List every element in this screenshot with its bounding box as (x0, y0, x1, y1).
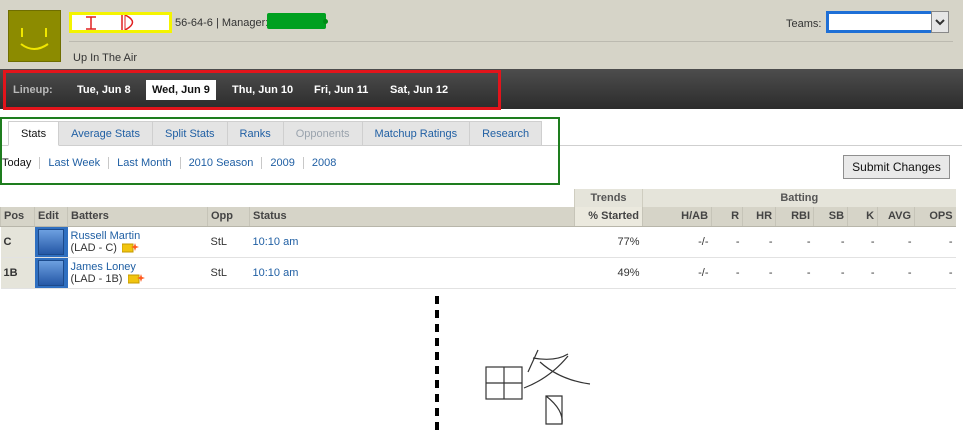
hand-drawn-annotation (435, 296, 591, 432)
row-avg: - (877, 257, 915, 289)
table-group-header: Trends Batting (0, 189, 956, 207)
row-pos: 1B (0, 257, 35, 289)
row-hab: -/- (642, 257, 712, 289)
row-status[interactable]: 10:10 am (253, 267, 299, 279)
lineup-day-sat-jun-12[interactable]: Sat, Jun 12 (384, 80, 454, 100)
row-hr: - (742, 226, 776, 258)
col-sb[interactable]: SB (813, 207, 848, 227)
row-r: - (711, 226, 743, 258)
row-k: - (847, 257, 878, 289)
col-status: Status (248, 207, 575, 227)
col-batters[interactable]: Batters (67, 207, 208, 227)
row-rbi: - (775, 226, 814, 258)
col-pos: Pos (0, 207, 35, 227)
row-pos: C (0, 226, 35, 258)
note-icon[interactable] (122, 242, 140, 253)
col-r[interactable]: R (711, 207, 743, 227)
player-team-pos: (LAD - C) (70, 241, 117, 254)
row-hab: -/- (642, 226, 712, 258)
table-row: C Russell Martin (LAD - C) StL 10:10 am … (0, 226, 956, 258)
row-pct-started: 49% (574, 257, 643, 289)
col-hr[interactable]: HR (742, 207, 776, 227)
handwritten-glyph (485, 349, 591, 425)
row-status[interactable]: 10:10 am (253, 236, 299, 248)
group-batting: Batting (642, 189, 956, 207)
tabs-highlight-box (0, 117, 560, 185)
row-sb: - (813, 226, 848, 258)
player-team-pos: (LAD - 1B) (70, 272, 123, 285)
table-row: 1B James Loney (LAD - 1B) StL 10:10 am 4… (0, 257, 956, 289)
lineup-day-wed-jun-9[interactable]: Wed, Jun 9 (146, 80, 216, 100)
teams-select[interactable] (826, 11, 948, 33)
team-avatar (8, 10, 61, 62)
row-opp: StL (207, 257, 250, 289)
col-pct-started[interactable]: % Started (574, 207, 643, 227)
col-opp: Opp (207, 207, 250, 227)
col-ops[interactable]: OPS (914, 207, 956, 227)
note-icon[interactable] (127, 273, 145, 284)
header-divider (69, 41, 953, 42)
row-sb: - (813, 257, 848, 289)
lineup-day-tue-jun-8[interactable]: Tue, Jun 8 (71, 80, 137, 100)
row-ops: - (914, 257, 956, 289)
col-hab[interactable]: H/AB (642, 207, 712, 227)
col-rbi[interactable]: RBI (775, 207, 814, 227)
lineup-day-thu-jun-10[interactable]: Thu, Jun 10 (226, 80, 299, 100)
row-rbi: - (775, 257, 814, 289)
row-edit-cell[interactable] (34, 226, 68, 258)
row-edit-cell[interactable] (34, 257, 68, 289)
teams-label: Teams: (786, 18, 822, 30)
manager-mark-dot (323, 19, 328, 24)
player-link[interactable]: James Loney (71, 261, 205, 273)
edit-icon[interactable] (38, 259, 64, 286)
row-r: - (711, 257, 743, 289)
lineup-label: Lineup: (13, 84, 53, 96)
dropdown-arrow-icon (935, 19, 945, 26)
lineup-day-fri-jun-11[interactable]: Fri, Jun 11 (308, 80, 374, 100)
submit-changes-button[interactable]: Submit Changes (843, 155, 950, 179)
group-trends: Trends (574, 189, 643, 207)
player-link[interactable]: Russell Martin (71, 230, 205, 242)
col-k[interactable]: K (847, 207, 878, 227)
roster-table: Trends Batting Pos Edit Batters Opp Stat… (0, 189, 956, 289)
row-hr: - (742, 257, 776, 289)
edit-icon[interactable] (38, 228, 64, 255)
row-k: - (847, 226, 878, 258)
team-record: 56-64-6 | Manager: (175, 17, 269, 29)
teams-dropdown-button[interactable] (931, 11, 949, 33)
col-avg[interactable]: AVG (877, 207, 915, 227)
table-column-header: Pos Edit Batters Opp Status % Started H/… (0, 207, 956, 227)
team-motto: Up In The Air (73, 52, 137, 64)
team-header: 56-64-6 | Manager: Up In The Air Teams: (0, 0, 963, 69)
manager-name-redacted (267, 13, 326, 29)
row-opp: StL (207, 226, 250, 258)
team-name-field (69, 12, 172, 33)
team-name-scribble (86, 14, 134, 31)
row-ops: - (914, 226, 956, 258)
col-edit: Edit (34, 207, 68, 227)
smiley-avatar-icon (20, 28, 49, 50)
row-avg: - (877, 226, 915, 258)
row-pct-started: 77% (574, 226, 643, 258)
